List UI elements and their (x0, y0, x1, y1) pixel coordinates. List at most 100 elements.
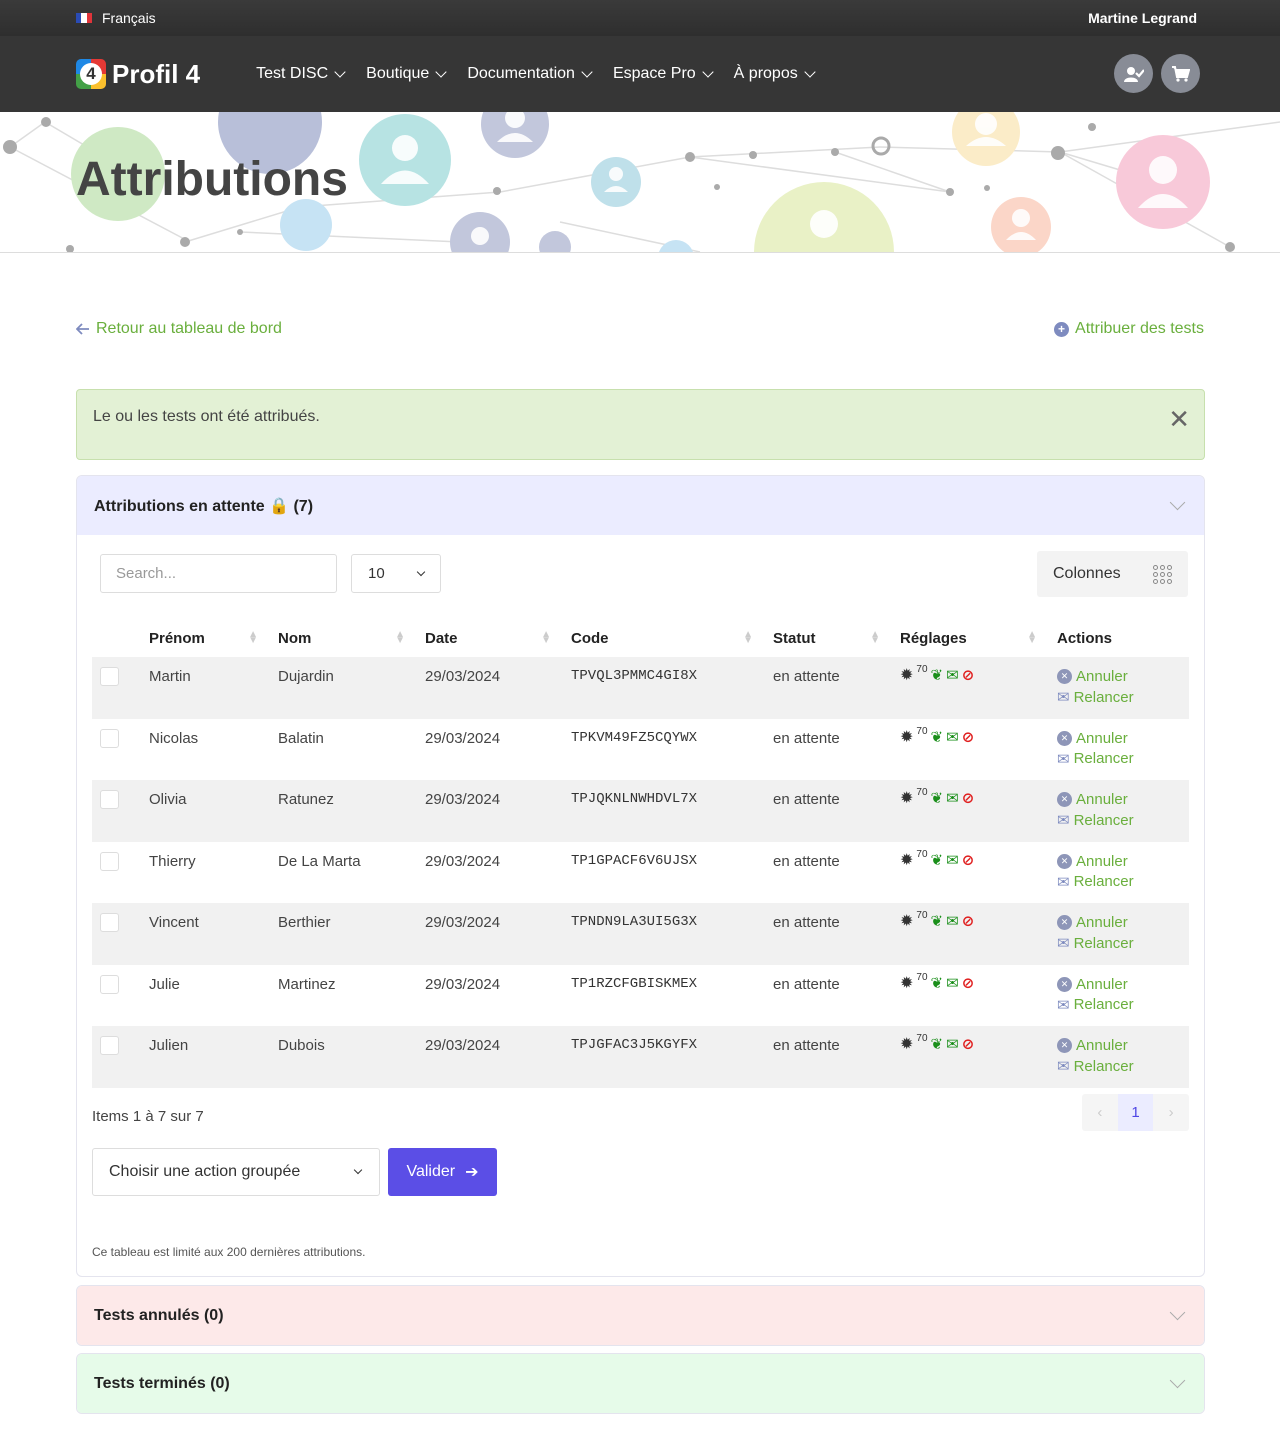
nav-item-espace-pro[interactable]: Espace Pro (613, 65, 714, 83)
user-check-button[interactable] (1114, 54, 1153, 93)
finished-card-header[interactable]: Tests terminés (0) (77, 1354, 1204, 1413)
first-name-cell: Vincent (149, 914, 199, 931)
cancel-action-link[interactable]: ✕ Annuler (1057, 914, 1189, 931)
column-header-statut[interactable]: Statut ▲ ▼ (773, 619, 900, 657)
cancel-action-link[interactable]: ✕ Annuler (1057, 730, 1189, 747)
chevron-down-icon (581, 65, 593, 78)
column-header-date[interactable]: Date ▲ ▼ (425, 619, 571, 657)
remind-action-link[interactable]: ✉ Relancer (1057, 688, 1189, 707)
gear-icon: ✹ (900, 1036, 914, 1053)
column-header-reglages[interactable]: Réglages ▲ ▼ (900, 619, 1057, 657)
column-header-nom[interactable]: Nom ▲ ▼ (278, 619, 425, 657)
chevron-down-icon (416, 567, 426, 576)
close-circle-icon: ✕ (1057, 976, 1072, 992)
column-header-prenom[interactable]: Prénom ▲ ▼ (149, 619, 278, 657)
eye-slash-icon: ⊘ (961, 913, 975, 930)
finished-tests-card: Tests terminés (0) (76, 1353, 1205, 1414)
remind-action-link[interactable]: ✉ Relancer (1057, 811, 1189, 830)
cancel-action-link[interactable]: ✕ Annuler (1057, 853, 1189, 870)
code-cell: TPJQKNLNWHDVL7X (571, 791, 698, 807)
code-cell: TPJGFAC3J5KGYFX (571, 1037, 698, 1053)
row-checkbox[interactable] (100, 667, 119, 686)
items-info: Items 1 à 7 sur 7 (92, 1108, 204, 1125)
close-icon[interactable]: ✕ (1168, 406, 1190, 432)
date-cell: 29/03/2024 (425, 1037, 501, 1054)
sort-icon: ▲ ▼ (248, 629, 258, 646)
nav-item-documentation[interactable]: Documentation (467, 65, 593, 83)
prev-page-button[interactable]: ‹ (1082, 1094, 1118, 1131)
cancel-action-link[interactable]: ✕ Annuler (1057, 1037, 1189, 1054)
row-checkbox[interactable] (100, 728, 119, 748)
first-name-cell: Nicolas (149, 729, 199, 747)
nav-item-boutique[interactable]: Boutique (366, 65, 447, 83)
row-checkbox[interactable] (100, 974, 119, 994)
remind-action-link[interactable]: ✉ Relancer (1057, 1057, 1189, 1076)
cancel-action-link[interactable]: ✕ Annuler (1057, 668, 1189, 685)
envelope-icon: ✉ (946, 851, 959, 869)
actions-cell: ✕ Annuler ✉ Relancer (1057, 780, 1189, 842)
column-header-code[interactable]: Code ▲ ▼ (571, 619, 773, 657)
pending-card-header[interactable]: Attributions en attente 🔒 (7) (77, 476, 1204, 535)
row-select-cell (92, 965, 149, 1027)
language-selector[interactable]: Français (76, 10, 156, 26)
pending-attributions-card: Attributions en attente 🔒 (7) Search... … (76, 475, 1205, 1277)
columns-button[interactable]: Colonnes (1037, 551, 1188, 597)
settings-cell: ✹ 70 ❦ ✉ ⊘ (900, 965, 1057, 1027)
nav-item-a-propos[interactable]: À propos (734, 65, 816, 83)
cart-button[interactable] (1161, 54, 1200, 93)
main-navbar: 4 Profil 4 Test DISC Boutique Documentat… (0, 36, 1280, 112)
settings-value: 70 (916, 1033, 928, 1044)
nav-item-test-disc[interactable]: Test DISC (256, 65, 346, 83)
envelope-icon: ✉ (946, 974, 959, 992)
search-input[interactable]: Search... (100, 554, 337, 593)
status-cell: en attente (773, 668, 840, 685)
row-select-cell (92, 842, 149, 904)
date-cell: 29/03/2024 (425, 852, 501, 870)
per-page-select[interactable]: 10 (351, 554, 441, 593)
back-to-dashboard-link[interactable]: Retour au tableau de bord (76, 320, 282, 338)
row-checkbox[interactable] (100, 790, 119, 809)
table-limit-note: Ce tableau est limité aux 200 dernières … (92, 1245, 366, 1259)
gear-icon: ✹ (900, 974, 914, 992)
logo-mark-icon: 4 (76, 59, 106, 89)
page-button-current[interactable]: 1 (1117, 1094, 1154, 1131)
top-bar: Français Martine Legrand (0, 0, 1280, 36)
table-row: Thierry De La Marta 29/03/2024 TP1GPACF6V6U… (92, 842, 1189, 904)
chevron-down-icon (1169, 1372, 1186, 1389)
remind-action-link[interactable]: ✉ Relancer (1057, 750, 1189, 768)
validate-button[interactable]: Valider ➔ (388, 1148, 497, 1196)
assign-tests-link[interactable]: + Attribuer des tests (1054, 320, 1204, 338)
envelope-icon: ✉ (1057, 750, 1070, 768)
first-name-cell: Julien (149, 1037, 189, 1054)
next-page-button[interactable]: › (1153, 1094, 1189, 1131)
row-checkbox[interactable] (100, 851, 119, 871)
sprout-icon: ❦ (930, 1036, 944, 1053)
sort-icon: ▲ ▼ (743, 629, 753, 646)
code-cell: TP1RZCFGBISKMEX (571, 975, 698, 992)
row-checkbox[interactable] (100, 1036, 119, 1055)
code-cell: TP1GPACF6V6UJSX (571, 852, 698, 869)
bulk-action-select[interactable]: Choisir une action groupée (92, 1148, 380, 1196)
date-cell: 29/03/2024 (425, 668, 501, 685)
envelope-icon: ✉ (1057, 996, 1070, 1014)
sort-icon: ▲ ▼ (870, 629, 880, 646)
envelope-icon: ✉ (1057, 689, 1070, 706)
cancelled-card-title: Tests annulés (0) (94, 1306, 224, 1324)
last-name-cell: Berthier (278, 914, 331, 931)
close-circle-icon: ✕ (1057, 1038, 1072, 1053)
brand-logo[interactable]: 4 Profil 4 (76, 59, 200, 90)
remind-action-link[interactable]: ✉ Relancer (1057, 934, 1189, 953)
sprout-icon: ❦ (930, 913, 944, 930)
cancel-action-link[interactable]: ✕ Annuler (1057, 791, 1189, 808)
status-cell: en attente (773, 791, 840, 808)
user-name[interactable]: Martine Legrand (1088, 10, 1197, 26)
remind-action-link[interactable]: ✉ Relancer (1057, 996, 1189, 1014)
cancelled-card-header[interactable]: Tests annulés (0) (77, 1286, 1204, 1345)
envelope-icon: ✉ (1057, 873, 1070, 891)
cancel-action-link[interactable]: ✕ Annuler (1057, 976, 1189, 993)
settings-cell: ✹ 70 ❦ ✉ ⊘ (900, 1026, 1057, 1088)
remind-action-link[interactable]: ✉ Relancer (1057, 873, 1189, 891)
row-checkbox[interactable] (100, 913, 119, 932)
table-row: Vincent Berthier 29/03/2024 TPNDN9LA3UI5G3X… (92, 903, 1189, 965)
eye-slash-icon: ⊘ (961, 1036, 975, 1053)
